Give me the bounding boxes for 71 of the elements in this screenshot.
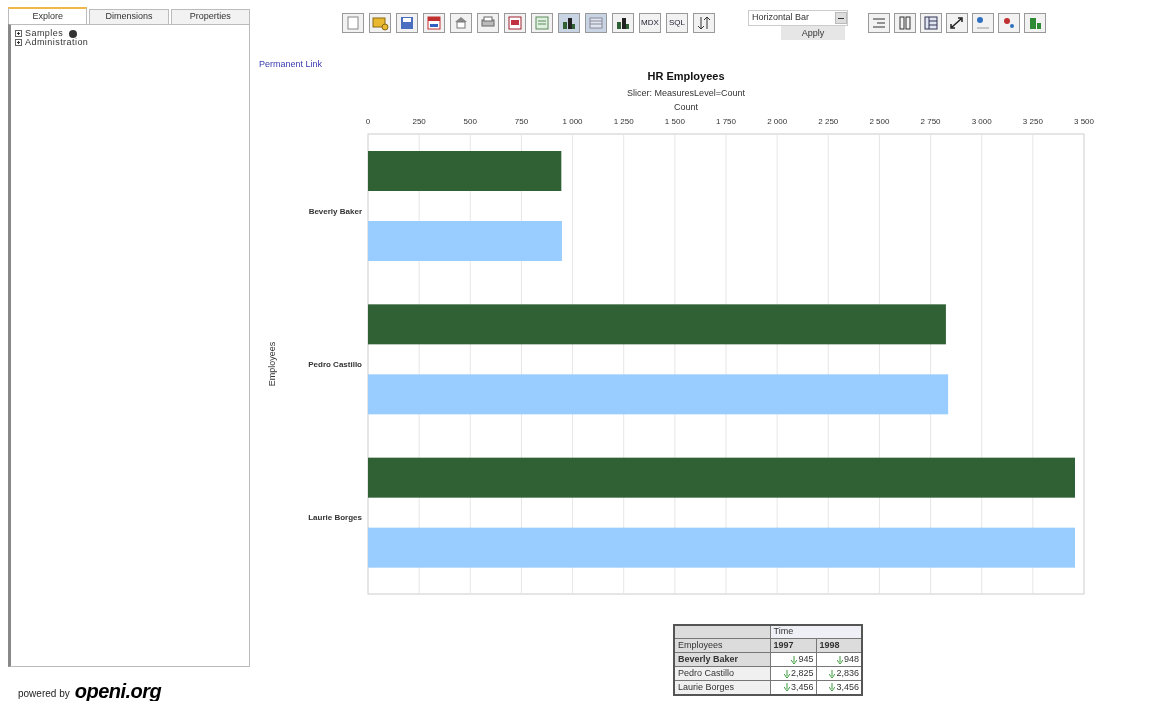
indent-button[interactable] (868, 13, 890, 33)
tick-label: 500 (463, 116, 477, 126)
sort-icon (695, 14, 713, 32)
folder-button[interactable] (369, 13, 391, 33)
spreadsheet-button[interactable] (531, 13, 553, 33)
columns-button[interactable] (894, 13, 916, 33)
category-label: Laurie Borges (308, 512, 362, 522)
category-label: Pedro Castillo (308, 359, 362, 369)
printer-button[interactable] (477, 13, 499, 33)
tick-label: 0 (365, 116, 371, 126)
arrow-icon (791, 655, 798, 664)
tick-label: 2 000 (767, 116, 788, 126)
tick-label: 3 250 (1022, 116, 1043, 126)
arrow-icon (836, 655, 843, 664)
swap-icon (948, 14, 966, 32)
toolbar-button[interactable]: MDX (639, 13, 661, 33)
sort-button[interactable] (693, 13, 715, 33)
save-button[interactable] (396, 13, 418, 33)
rows-button[interactable] (920, 13, 942, 33)
document-icon (506, 14, 524, 32)
spreadsheet-icon (533, 14, 551, 32)
arrow-icon (783, 669, 790, 678)
category-label: Beverly Baker (308, 206, 362, 216)
table-icon (587, 14, 605, 32)
columns-icon (896, 14, 914, 32)
chart-type-dropdown[interactable]: Horizontal Bar (748, 10, 848, 26)
page-button[interactable] (342, 13, 364, 33)
swap-button[interactable] (946, 13, 968, 33)
tick-label: 1 000 (562, 116, 583, 126)
tab[interactable]: Properties (170, 9, 250, 25)
bar-chart-button[interactable] (612, 13, 634, 33)
tick-label: 2 500 (869, 116, 890, 126)
chart-title: HR Employees (647, 69, 725, 82)
calendar-button[interactable] (423, 13, 445, 33)
point-icon (974, 14, 992, 32)
toolbar-button[interactable]: SQL (666, 13, 688, 33)
tab[interactable]: Dimensions (89, 9, 169, 25)
point-button[interactable] (972, 13, 994, 33)
point-button[interactable] (998, 13, 1020, 33)
axis-title: Employees (267, 341, 277, 386)
tick-label: 3 000 (971, 116, 992, 126)
arrow-icon (783, 683, 790, 692)
tick-label: 250 (412, 116, 426, 126)
tick-label: 1 750 (716, 116, 736, 126)
tick-label: 3 500 (1074, 116, 1094, 126)
tab[interactable]: Explore (8, 7, 88, 25)
page-icon (344, 14, 362, 32)
rows-icon (922, 14, 940, 32)
tree-item[interactable]: Samples (25, 29, 64, 38)
tick-label: 2 250 (818, 116, 839, 126)
tick-label: 1 250 (613, 116, 634, 126)
tick-label: 1 500 (664, 116, 685, 126)
apply-button[interactable]: Apply (781, 26, 845, 40)
folder-icon (371, 14, 389, 32)
document-button[interactable] (504, 13, 526, 33)
calendar-icon (425, 14, 443, 32)
chart-subtitle: Slicer: MeasuresLevel=Count (627, 87, 745, 98)
expand-icon[interactable] (15, 39, 22, 46)
arrow-icon (829, 669, 836, 678)
home-button[interactable] (450, 13, 472, 33)
powered-by-text: powered by (18, 687, 70, 701)
tree-item[interactable]: Administration (25, 38, 89, 47)
expand-icon[interactable] (15, 30, 22, 37)
tick-label: 2 750 (920, 116, 941, 126)
arrow-icon (829, 683, 836, 692)
tick-label: 750 (514, 116, 529, 126)
axis-title: Count (674, 101, 698, 112)
bar-chart-button[interactable] (558, 13, 580, 33)
column-header: Time (770, 624, 862, 639)
save-icon (398, 14, 416, 32)
permanent-link[interactable]: Permanent Link (259, 58, 323, 72)
